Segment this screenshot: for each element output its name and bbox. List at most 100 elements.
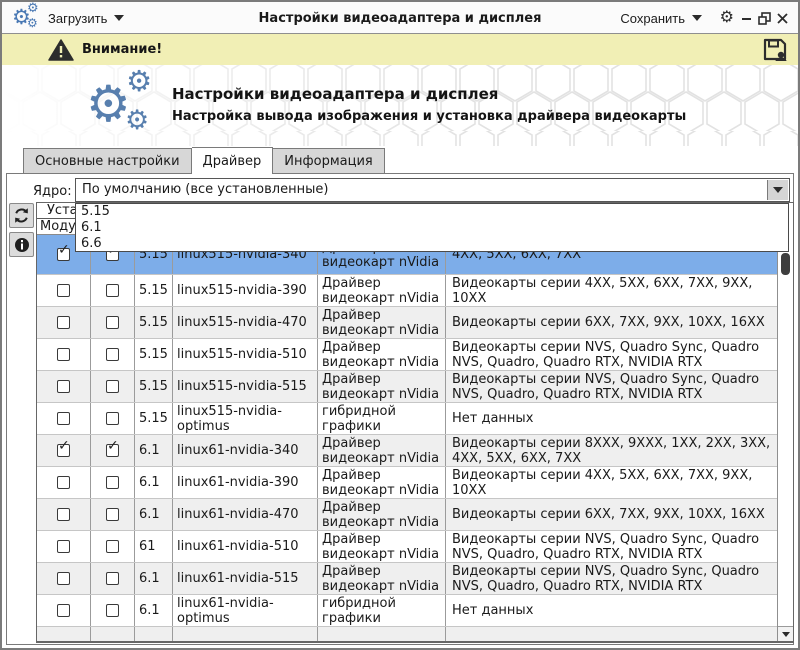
title-bar: ⚙ ⚙ ⚙ Загрузить Настройки видеоадаптера … [2,2,798,34]
header-banner: ⚙ ⚙ ⚙ Настройки видеоадаптера и дисплея … [2,65,798,146]
kernel-combobox[interactable]: По умолчанию (все установленные) [75,178,790,202]
scrollbar-thumb[interactable] [781,253,790,275]
table-row[interactable]: 5.15linux515-nvidia-515Драйвер видеокарт… [37,371,777,403]
kernel-combobox-value: По умолчанию (все установленные) [82,182,328,197]
gear-icon: ⚙ [125,107,149,134]
install-checkbox[interactable] [106,348,119,361]
gears-logo: ⚙ ⚙ ⚙ [86,67,170,145]
description-cell: Драйвер видеокарт nVidia [318,307,446,338]
table-row[interactable]: 61linux61-nvidia-510Драйвер видеокарт nV… [37,531,777,563]
installed-checkbox[interactable] [57,380,70,393]
table-row[interactable]: 5.15linux515-nvidia-470Драйвер видеокарт… [37,307,777,339]
install-checkbox[interactable] [106,604,119,617]
kernel-cell: 61 [135,531,173,562]
install-checkbox-cell: ✓ [91,435,135,466]
table-row[interactable]: ✓✓6.1linux61-nvidia-340Драйвер видеокарт… [37,435,777,467]
install-checkbox-cell [91,531,135,562]
save-user-icon[interactable] [762,38,788,66]
install-checkbox-cell [91,403,135,434]
kernel-cell: 6.1 [135,595,173,626]
tab-main-settings[interactable]: Основные настройки [23,148,192,174]
check-icon: ✓ [107,439,119,454]
table-row[interactable]: 6.1linux61-nvidia-optimusДрайвер гибридн… [37,595,777,627]
cards-cell: Видеокарты серии 8XXX, 9XXX, 1XX, 2XX, 3… [446,435,777,466]
description-cell: Драйвер видеокарт nVidia [318,531,446,562]
kernel-option[interactable]: 6.1 [76,220,788,236]
cards-cell: Нет данных [446,403,777,434]
table-row-empty [37,627,777,642]
table-row[interactable]: 6.1linux61-nvidia-470Драйвер видеокарт n… [37,499,777,531]
installed-checkbox[interactable] [57,540,70,553]
cards-cell: Видеокарты серии NVS, Quadro Sync, Quadr… [446,563,777,594]
minimize-icon [741,12,753,24]
table-row[interactable]: 5.15linux515-nvidia-optimusДрайвер гибри… [37,403,777,435]
table-row[interactable]: 5.15linux515-nvidia-390Драйвер видеокарт… [37,275,777,307]
scrollbar-down-button[interactable] [778,626,793,641]
restore-button[interactable] [757,11,771,25]
kernel-cell: 6.1 [135,563,173,594]
kernel-label: Ядро: [33,184,72,199]
refresh-button[interactable] [9,203,34,228]
module-cell: linux515-nvidia-390 [173,275,318,306]
install-checkbox[interactable] [106,316,119,329]
table-row[interactable]: 5.15linux515-nvidia-510Драйвер видеокарт… [37,339,777,371]
install-checkbox[interactable] [106,508,119,521]
drivers-table: Устан Модул ✓✓5.15linux515-nvidia-340Дра… [36,202,794,643]
minimize-button[interactable] [740,11,754,25]
info-button[interactable] [9,232,34,257]
installed-checkbox-cell [37,531,91,562]
installed-checkbox[interactable] [57,476,70,489]
install-checkbox[interactable] [106,412,119,425]
install-checkbox[interactable] [106,476,119,489]
description-cell: Драйвер гибридной графики ноутбука [318,403,446,434]
install-checkbox[interactable] [106,540,119,553]
kernel-cell: 6.1 [135,467,173,498]
install-checkbox-cell [91,339,135,370]
empty-cell [91,627,135,642]
installed-checkbox[interactable]: ✓ [57,248,70,261]
tab-bar: Основные настройки Драйвер Информация [2,146,798,174]
settings-gear-icon[interactable]: ⚙ [720,9,734,25]
warning-bar: Внимание! [2,34,798,65]
install-checkbox[interactable] [106,572,119,585]
cards-cell: Видеокарты серии 6XX, 7XX, 9XX, 10XX, 16… [446,499,777,530]
table-row[interactable]: 6.1linux61-nvidia-515Драйвер видеокарт n… [37,563,777,595]
description-cell: Драйвер видеокарт nVidia [318,275,446,306]
table-row[interactable]: 6.1linux61-nvidia-390Драйвер видеокарт n… [37,467,777,499]
tab-driver[interactable]: Драйвер [192,147,274,174]
installed-checkbox[interactable] [57,508,70,521]
warning-text: Внимание! [82,42,162,57]
kernel-option[interactable]: 6.6 [76,236,788,252]
module-cell: linux515-nvidia-470 [173,307,318,338]
kernel-cell: 5.15 [135,371,173,402]
vertical-scrollbar[interactable] [777,203,793,641]
save-menu-button[interactable]: Сохранить [620,2,702,34]
combobox-arrow-button[interactable] [767,180,788,200]
table-body: ✓✓5.15linux515-nvidia-340Драйвер видеока… [37,235,777,641]
install-checkbox[interactable] [106,284,119,297]
install-checkbox-cell [91,307,135,338]
installed-checkbox[interactable] [57,348,70,361]
installed-checkbox-cell [37,499,91,530]
kernel-option[interactable]: 5.15 [76,204,788,220]
installed-checkbox[interactable] [57,316,70,329]
gear-icon: ⚙ [126,67,152,96]
empty-cell [318,627,446,642]
description-cell: Драйвер гибридной графики ноутбука [318,595,446,626]
installed-checkbox[interactable] [57,284,70,297]
check-icon: ✓ [58,243,70,258]
page-title: Настройки видеоадаптера и дисплея [172,85,498,103]
empty-cell [37,627,91,642]
close-button[interactable] [775,11,789,25]
refresh-icon [13,207,30,224]
tab-information[interactable]: Информация [273,148,384,174]
installed-checkbox[interactable]: ✓ [57,444,70,457]
install-checkbox[interactable] [106,380,119,393]
cards-cell: Видеокарты серии 4XX, 5XX, 6XX, 7XX, 9XX… [446,275,777,306]
installed-checkbox-cell [37,339,91,370]
install-checkbox[interactable]: ✓ [106,444,119,457]
installed-checkbox[interactable] [57,604,70,617]
installed-checkbox[interactable] [57,572,70,585]
installed-checkbox[interactable] [57,412,70,425]
kernel-cell: 5.15 [135,339,173,370]
